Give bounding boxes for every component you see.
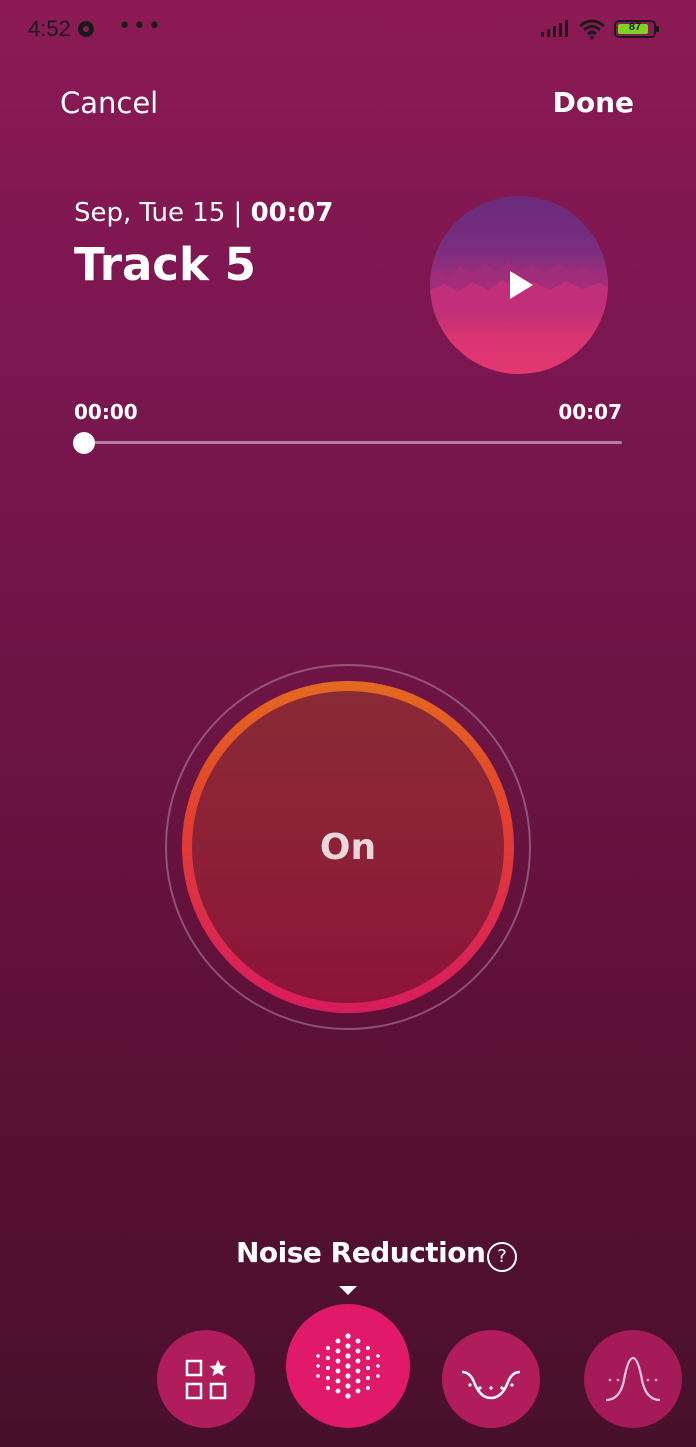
track-title: Track 5 — [74, 238, 256, 291]
status-time: 4:52 — [28, 16, 71, 41]
cancel-button[interactable]: Cancel — [60, 86, 158, 120]
smile-curve-icon — [461, 1370, 521, 1400]
mode-button-favorites[interactable] — [157, 1330, 255, 1428]
selected-mode-pointer-icon — [339, 1286, 357, 1295]
current-time: 00:00 — [74, 400, 138, 424]
done-button[interactable]: Done — [553, 86, 634, 119]
mode-button-peak-curve[interactable] — [584, 1330, 682, 1428]
mode-button-smile-curve[interactable] — [442, 1330, 540, 1428]
progress-thumb[interactable] — [73, 432, 95, 454]
progress-track[interactable] — [84, 441, 622, 444]
battery-level: 87 — [628, 21, 642, 33]
recording-meta: Sep, Tue 15 | 00:07 — [74, 198, 333, 228]
mode-button-noise-reduction[interactable] — [286, 1304, 410, 1428]
recording-duration: 00:07 — [250, 198, 334, 228]
peak-curve-icon — [605, 1356, 661, 1402]
more-notifications-icon: ••• — [118, 14, 163, 39]
media-indicator-icon — [78, 21, 94, 37]
wifi-icon — [579, 19, 605, 40]
play-icon[interactable] — [508, 270, 534, 300]
noise-reduction-dots-icon — [316, 1333, 380, 1399]
help-icon[interactable]: ? — [487, 1242, 517, 1272]
total-time: 00:07 — [558, 400, 622, 424]
signal-icon — [541, 20, 568, 37]
recording-date: Sep, Tue 15 | — [74, 198, 251, 228]
effect-toggle-label: On — [319, 826, 377, 868]
current-mode-label: Noise Reduction — [236, 1236, 486, 1269]
favorites-grid-icon — [185, 1359, 227, 1400]
battery-icon: 87 — [614, 20, 659, 38]
